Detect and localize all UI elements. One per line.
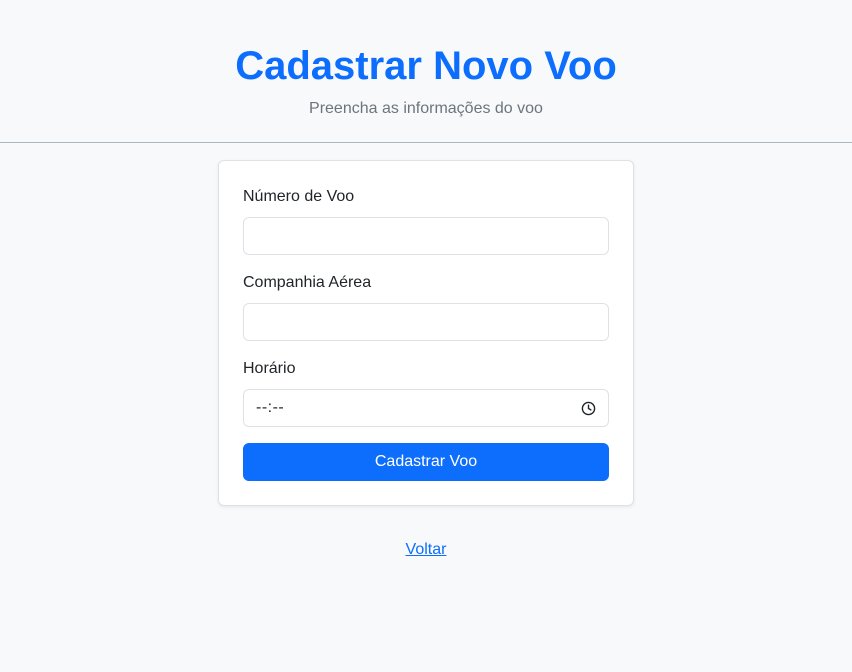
- time-group: Horário --:--: [243, 357, 609, 427]
- submit-flight-button[interactable]: Cadastrar Voo: [243, 443, 609, 481]
- flight-number-label: Número de Voo: [243, 188, 355, 205]
- page-header: Cadastrar Novo Voo Preencha as informaçõ…: [0, 0, 852, 143]
- page-title: Cadastrar Novo Voo: [235, 44, 617, 88]
- time-input[interactable]: --:--: [243, 389, 609, 427]
- clock-icon[interactable]: [580, 400, 596, 416]
- back-link-container: Voltar: [0, 539, 852, 561]
- airline-label: Companhia Aérea: [243, 274, 372, 291]
- page-subtitle: Preencha as informações do voo: [309, 100, 543, 117]
- airline-group: Companhia Aérea: [243, 271, 609, 341]
- flight-number-input[interactable]: [243, 217, 609, 255]
- back-link[interactable]: Voltar: [406, 541, 447, 558]
- time-label: Horário: [243, 360, 296, 377]
- flight-form-card: Número de Voo Companhia Aérea Horário --…: [218, 160, 634, 506]
- time-value: --:--: [256, 399, 285, 416]
- flight-number-group: Número de Voo: [243, 185, 609, 255]
- airline-input[interactable]: [243, 303, 609, 341]
